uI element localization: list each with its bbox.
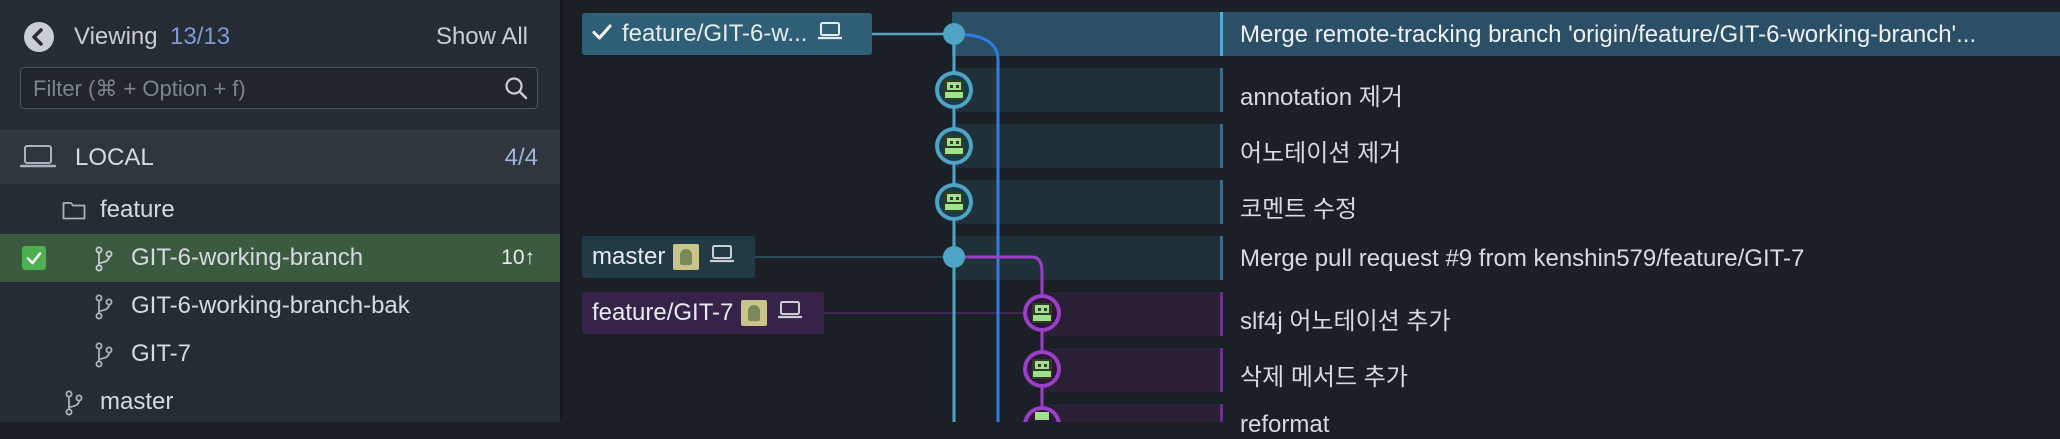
merge-commit-node: [943, 23, 965, 45]
laptop-icon: [709, 243, 735, 271]
commit-message[interactable]: 코멘트 수정: [1240, 189, 2040, 224]
laptop-icon: [777, 299, 803, 327]
search-icon[interactable]: [503, 75, 529, 106]
avatar-icon: [1023, 406, 1061, 422]
tree-label: GIT-6-working-branch: [131, 244, 364, 271]
checkmark-icon: [22, 246, 46, 270]
branch-tag-master[interactable]: master: [582, 236, 755, 278]
commit-message[interactable]: 삭제 메서드 추가: [1240, 357, 2040, 392]
show-all-button[interactable]: Show All: [436, 23, 528, 51]
commit-graph-panel: feature/GIT-6-w... master feature/GIT-7 …: [562, 0, 2060, 438]
branch-icon: [94, 246, 114, 277]
laptop-icon: [817, 20, 843, 48]
tree-branch-master[interactable]: master: [0, 378, 560, 426]
commit-message[interactable]: slf4j 어노테이션 추가: [1240, 301, 2040, 336]
viewing-label: Viewing: [74, 23, 158, 50]
local-label: LOCAL: [75, 144, 154, 171]
tree-label: GIT-6-working-branch-bak: [131, 292, 410, 319]
tree-label: master: [100, 388, 174, 415]
avatar-icon: [1023, 350, 1061, 388]
tree-branch-git-6-working-branch[interactable]: GIT-6-working-branch 10↑: [0, 234, 560, 282]
local-count: 4/4: [504, 144, 538, 171]
tree-folder-feature[interactable]: feature: [0, 186, 560, 234]
branch-icon: [94, 342, 114, 373]
merge-commit-node: [943, 246, 965, 268]
branch-icon: [94, 294, 114, 325]
viewing-count: 13/13: [170, 23, 231, 50]
avatar-icon: [935, 183, 973, 221]
tree-label: feature: [100, 196, 175, 223]
ahead-count: 10↑: [501, 246, 535, 269]
commit-message[interactable]: 어노테이션 제거: [1240, 133, 2040, 168]
tree-branch-git-7[interactable]: GIT-7: [0, 330, 560, 378]
folder-icon: [62, 200, 86, 225]
viewing-header: Viewing 13/13 Show All: [0, 0, 560, 70]
avatar-icon: [741, 300, 768, 326]
branch-tag-label: master: [592, 243, 666, 270]
branch-icon: [64, 390, 84, 421]
back-arrow-icon[interactable]: [24, 22, 54, 52]
avatar-icon: [935, 71, 973, 109]
avatar-icon: [1023, 294, 1061, 332]
branch-tag-head[interactable]: feature/GIT-6-w...: [582, 13, 872, 55]
tree-label: GIT-7: [131, 340, 192, 367]
commit-message[interactable]: reformat: [1240, 411, 2040, 439]
avatar-icon: [673, 244, 700, 270]
filter-field[interactable]: [20, 67, 538, 110]
commit-message[interactable]: annotation 제거: [1240, 77, 2040, 112]
left-panel: Viewing 13/13 Show All LOCAL 4/4 f: [0, 0, 562, 422]
avatar-icon: [935, 127, 973, 165]
graph-lanes: [755, 23, 1061, 422]
local-section-header[interactable]: LOCAL 4/4: [0, 130, 560, 184]
laptop-icon: [19, 143, 57, 176]
commit-message[interactable]: Merge pull request #9 from kenshin579/fe…: [1240, 245, 2040, 273]
filter-input[interactable]: [31, 68, 495, 110]
branch-tag-label: feature/GIT-7: [592, 299, 734, 326]
branch-tag-git-7[interactable]: feature/GIT-7: [582, 292, 824, 334]
branch-tag-label: feature/GIT-6-w...: [622, 20, 808, 47]
checkmark-icon: [592, 20, 612, 48]
commit-message[interactable]: Merge remote-tracking branch 'origin/fea…: [1240, 21, 2040, 49]
tree-branch-git-6-working-branch-bak[interactable]: GIT-6-working-branch-bak: [0, 282, 560, 330]
